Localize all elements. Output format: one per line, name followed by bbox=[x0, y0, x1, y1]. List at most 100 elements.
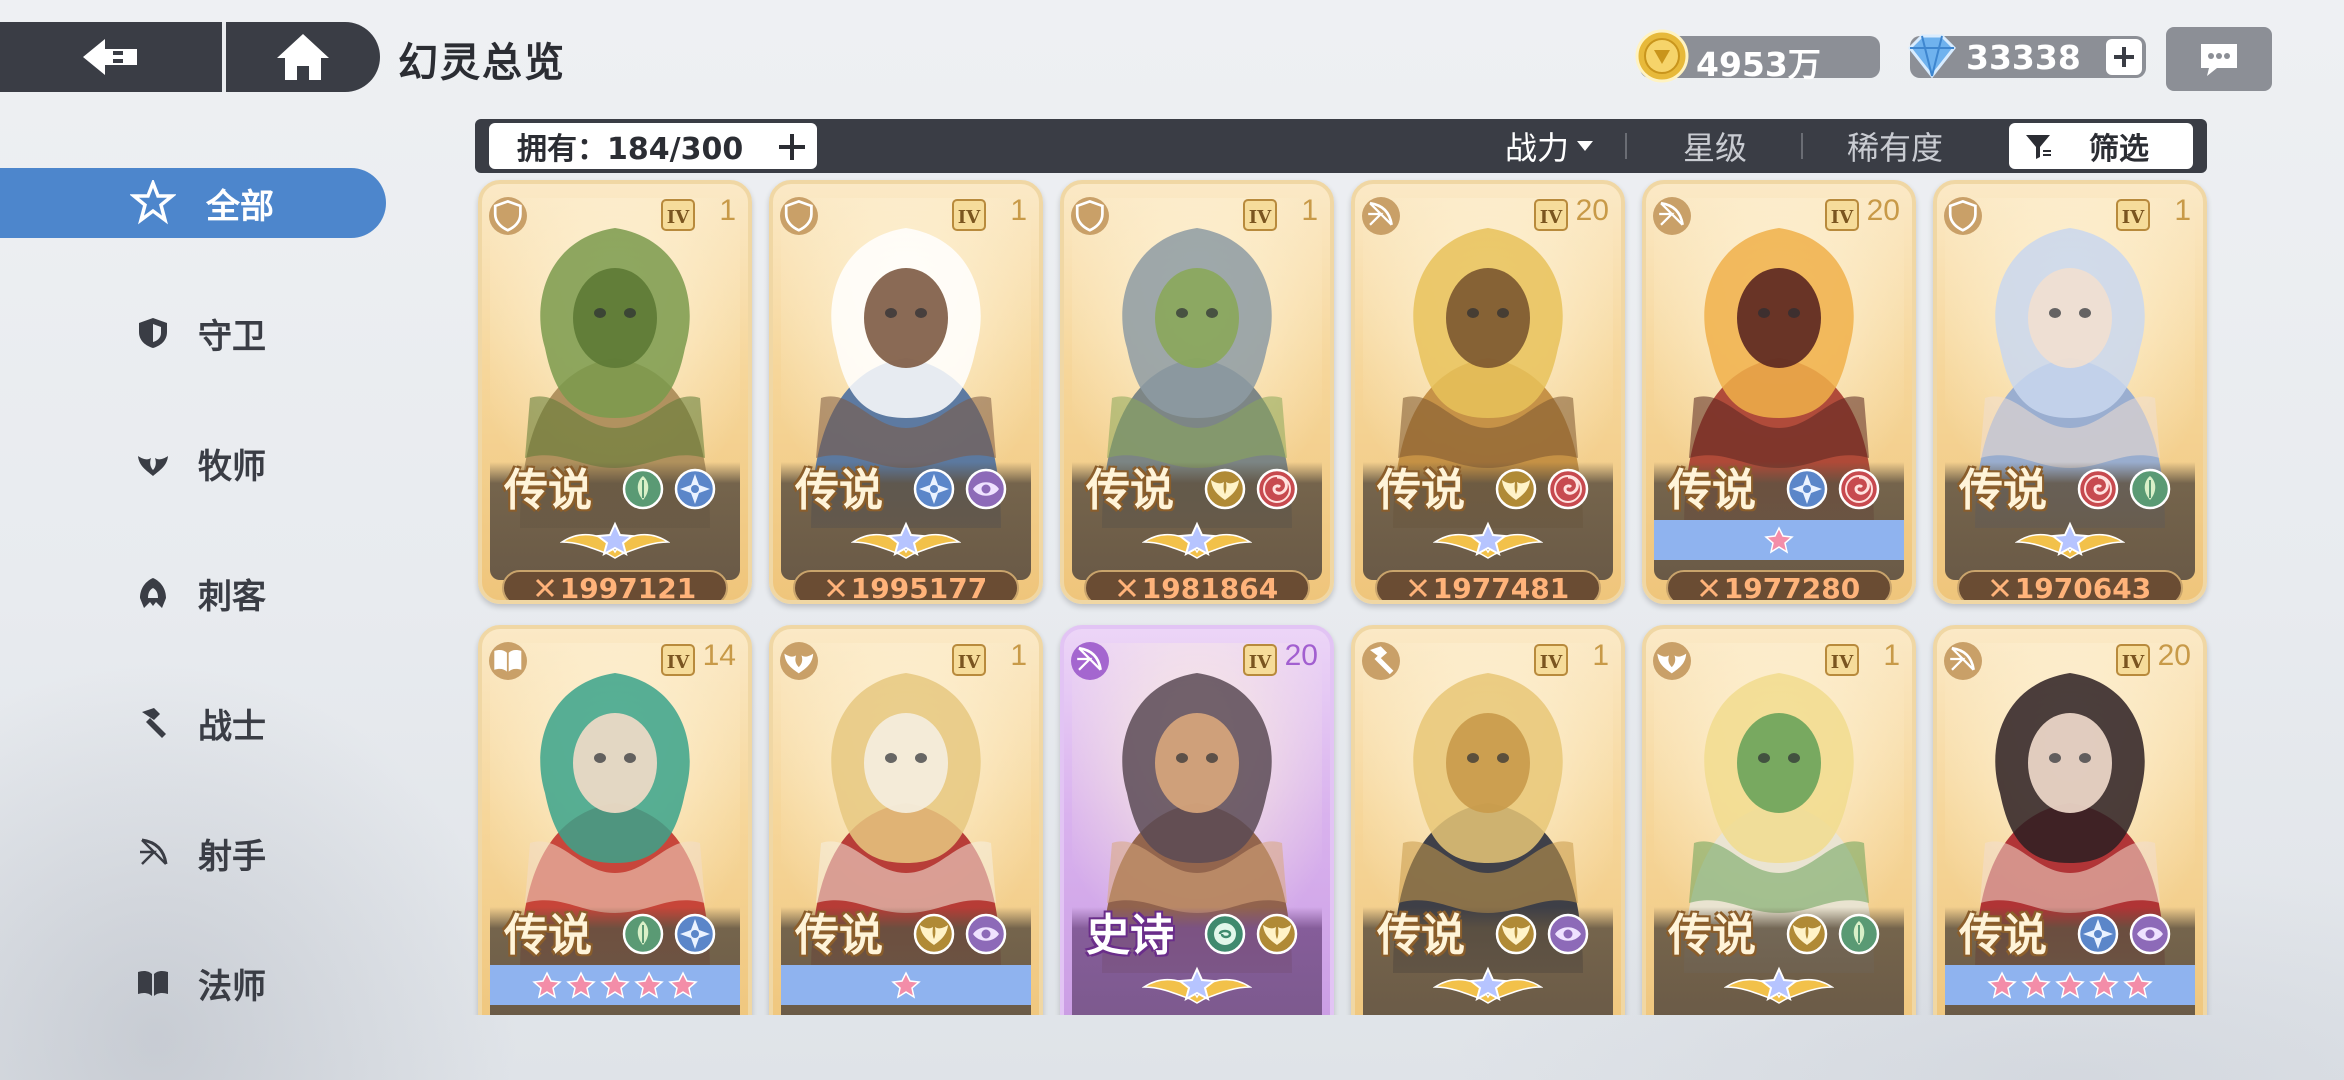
svg-text:IV: IV bbox=[958, 207, 981, 228]
hero-card[interactable]: IV 1 传说 1997121 bbox=[478, 180, 752, 604]
top-nav bbox=[0, 22, 380, 92]
light-wing-icon bbox=[913, 913, 955, 955]
rarity-label: 传说 bbox=[795, 465, 883, 516]
rarity-label: 传说 bbox=[504, 910, 592, 961]
gem-currency: 33338 bbox=[1907, 34, 2146, 79]
hero-card[interactable]: IV 20 传说 1977280 bbox=[1642, 180, 1916, 604]
hero-card[interactable]: IV 1 传说 bbox=[1351, 625, 1625, 1015]
frost-star-icon bbox=[2077, 913, 2119, 955]
hero-card[interactable]: IV 14 传说 bbox=[478, 625, 752, 1015]
rank-emblem-icon bbox=[1142, 966, 1252, 1004]
chat-button[interactable] bbox=[2166, 27, 2272, 91]
gold-coin-icon bbox=[1635, 29, 1689, 83]
sort-by-star[interactable]: 星级 bbox=[1683, 125, 1747, 167]
nature-leaf-icon bbox=[2129, 468, 2171, 510]
svg-text:IV: IV bbox=[1540, 207, 1563, 228]
sidebar-item-all[interactable]: 全部 bbox=[0, 168, 386, 238]
gold-currency: 4953万 bbox=[1635, 29, 1880, 84]
plus-icon bbox=[2114, 47, 2134, 67]
hero-card[interactable]: IV 1 传说 1981864 bbox=[1060, 180, 1334, 604]
hero-card[interactable]: IV 20 传说 bbox=[1933, 625, 2207, 1015]
bow-icon bbox=[1944, 642, 1982, 680]
hero-card[interactable]: IV 1 传说 bbox=[1642, 625, 1916, 1015]
crossed-swords-icon bbox=[1408, 578, 1427, 598]
sidebar-item-assassin[interactable]: 刺客 bbox=[0, 558, 386, 628]
frost-star-icon bbox=[1786, 468, 1828, 510]
hero-card[interactable]: IV 20 传说 1977481 bbox=[1351, 180, 1625, 604]
rank-emblem-icon bbox=[1142, 521, 1252, 559]
frost-star-icon bbox=[913, 468, 955, 510]
page-title: 幻灵总览 bbox=[398, 40, 566, 86]
power-badge: 1997121 bbox=[502, 570, 728, 604]
rank-emblem-icon bbox=[560, 521, 670, 559]
expand-capacity-plus-icon[interactable] bbox=[777, 132, 807, 162]
rarity-label: 传说 bbox=[1959, 465, 2047, 516]
add-gems-button[interactable] bbox=[2106, 39, 2142, 75]
tier-iv-icon: IV bbox=[952, 199, 986, 231]
shield-icon bbox=[139, 318, 167, 348]
shield-icon bbox=[780, 197, 818, 235]
sidebar-item-label: 牧师 bbox=[198, 446, 266, 487]
hero-card[interactable]: IV 1 传说 1970643 bbox=[1933, 180, 2207, 604]
power-badge: 1981864 bbox=[1084, 570, 1310, 604]
hero-level: 1 bbox=[1010, 194, 1027, 227]
sort-by-power[interactable]: 战力 bbox=[1505, 125, 1595, 167]
rarity-label: 传说 bbox=[1086, 465, 1174, 516]
fire-swirl-icon bbox=[1547, 468, 1589, 510]
arcane-eye-icon bbox=[1547, 913, 1589, 955]
hero-card[interactable]: IV 20 史诗 bbox=[1060, 625, 1334, 1015]
sort-power-label: 战力 bbox=[1505, 129, 1570, 167]
rarity-label: 传说 bbox=[795, 910, 883, 961]
card-row-clip: IV 14 传说 IV 1 传说 IV 20 史诗 IV 1 传说 IV 1 传说 IV 20 传说 bbox=[0, 620, 2344, 1015]
sidebar-item-label: 全部 bbox=[206, 186, 274, 227]
power-value: 1997121 bbox=[559, 571, 697, 604]
rarity-label: 传说 bbox=[504, 465, 592, 516]
rarity-label: 传说 bbox=[1377, 465, 1465, 516]
star-strip bbox=[1072, 520, 1322, 560]
filter-button[interactable]: 筛选 bbox=[2009, 123, 2193, 169]
back-button[interactable] bbox=[0, 22, 226, 92]
back-arrow-icon bbox=[83, 39, 137, 75]
bow-icon bbox=[1362, 197, 1400, 235]
home-icon bbox=[277, 34, 329, 80]
star-strip bbox=[1072, 965, 1322, 1005]
bow-icon bbox=[1653, 197, 1691, 235]
caret-down-icon bbox=[1577, 141, 1594, 151]
hero-level: 1 bbox=[1883, 639, 1900, 672]
svg-text:IV: IV bbox=[1831, 207, 1854, 228]
hero-level: 1 bbox=[1010, 639, 1027, 672]
filter-bar: 拥有：184/300 战力 星级 稀有度 筛选 bbox=[475, 119, 2207, 173]
sidebar-item-priest[interactable]: 牧师 bbox=[0, 428, 386, 498]
star-strip bbox=[781, 520, 1031, 560]
star-strip bbox=[1363, 965, 1613, 1005]
svg-text:IV: IV bbox=[958, 652, 981, 673]
arcane-eye-icon bbox=[965, 468, 1007, 510]
sidebar-item-guardian[interactable]: 守卫 bbox=[0, 298, 386, 368]
tier-iv-icon: IV bbox=[1825, 199, 1859, 231]
sidebar-item-label: 守卫 bbox=[198, 316, 266, 357]
home-button[interactable] bbox=[226, 22, 380, 92]
diamond-icon bbox=[1907, 34, 1957, 79]
hero-level: 20 bbox=[1284, 639, 1318, 672]
hero-card[interactable]: IV 1 传说 bbox=[769, 625, 1043, 1015]
rank-emblem-icon bbox=[1724, 966, 1834, 1004]
tier-iv-icon: IV bbox=[2116, 199, 2150, 231]
divider bbox=[1625, 133, 1627, 159]
shield-icon bbox=[1071, 197, 1109, 235]
sort-by-rarity[interactable]: 稀有度 bbox=[1847, 125, 1943, 167]
owned-count[interactable]: 拥有：184/300 bbox=[489, 123, 817, 169]
sidebar-item-label: 刺客 bbox=[198, 576, 266, 617]
rank-emblem-icon bbox=[2015, 521, 2125, 559]
hero-level: 20 bbox=[1575, 194, 1609, 227]
crossed-swords-icon bbox=[535, 578, 554, 598]
power-badge: 1977481 bbox=[1375, 570, 1601, 600]
shield-icon bbox=[489, 197, 527, 235]
svg-text:IV: IV bbox=[667, 652, 690, 673]
svg-text:IV: IV bbox=[1249, 207, 1272, 228]
power-value: 1995177 bbox=[850, 571, 988, 604]
bow-icon bbox=[1071, 642, 1109, 680]
tier-iv-icon: IV bbox=[1243, 644, 1277, 676]
power-value: 1981864 bbox=[1141, 571, 1279, 604]
hero-card[interactable]: IV 1 传说 1995177 bbox=[769, 180, 1043, 604]
owned-count-label: 拥有：184/300 bbox=[517, 132, 744, 167]
